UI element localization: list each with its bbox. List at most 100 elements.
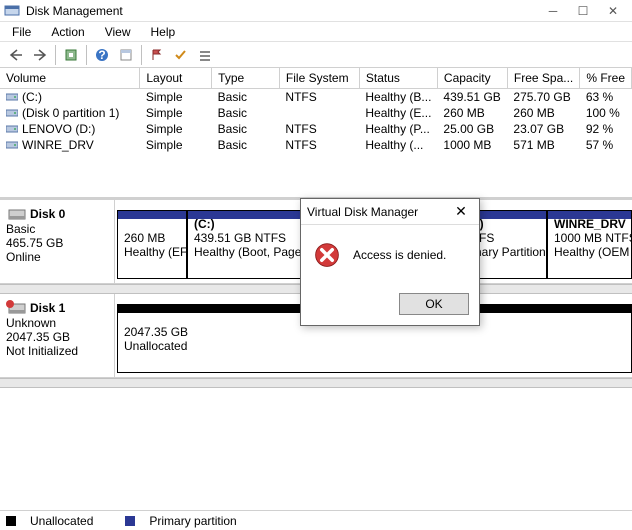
volume-table-header-row: Volume Layout Type File System Status Ca…: [0, 68, 632, 89]
cell-pct: 92 %: [580, 121, 632, 137]
cell-fs: NTFS: [279, 137, 359, 153]
legend-primary: Primary partition: [125, 514, 250, 528]
cell-fs: [279, 105, 359, 121]
col-type[interactable]: Type: [212, 68, 280, 89]
disk-size: 2047.35 GB: [6, 330, 108, 344]
volume-name: (Disk 0 partition 1): [22, 106, 119, 120]
cell-status: Healthy (...: [359, 137, 437, 153]
arrow-left-icon: [9, 49, 23, 61]
volume-name: LENOVO (D:): [22, 122, 95, 136]
disk-title: Disk 1: [30, 301, 65, 315]
dialog-ok-button[interactable]: OK: [399, 293, 469, 315]
col-volume[interactable]: Volume: [0, 68, 140, 89]
properties-button[interactable]: [114, 44, 138, 66]
help-icon: ?: [95, 48, 109, 62]
disk-header[interactable]: Disk 0 Basic 465.75 GB Online: [0, 200, 115, 283]
cell-free: 275.70 GB: [507, 89, 579, 106]
partition-status: Healthy (EFI S: [124, 245, 180, 259]
back-button[interactable]: [4, 44, 28, 66]
volume-name: (C:): [22, 90, 42, 104]
cell-free: 571 MB: [507, 137, 579, 153]
minimize-button[interactable]: ─: [538, 4, 568, 18]
drive-icon: [6, 91, 18, 103]
window-title: Disk Management: [26, 4, 538, 18]
cell-capacity: 439.51 GB: [437, 89, 507, 106]
cell-type: Basic: [212, 121, 280, 137]
app-icon: [4, 3, 20, 19]
cell-type: Basic: [212, 89, 280, 106]
error-dialog: Virtual Disk Manager ✕ Access is denied.…: [300, 198, 480, 326]
col-capacity[interactable]: Capacity: [437, 68, 507, 89]
svg-text:?: ?: [98, 48, 105, 62]
menu-file[interactable]: File: [2, 23, 41, 41]
cell-capacity: 25.00 GB: [437, 121, 507, 137]
cell-pct: 57 %: [580, 137, 632, 153]
cell-type: Basic: [212, 137, 280, 153]
cell-layout: Simple: [140, 121, 212, 137]
list-icon: [198, 48, 212, 62]
disk-size: 465.75 GB: [6, 236, 108, 250]
disk-icon: [6, 300, 26, 316]
cell-free: 260 MB: [507, 105, 579, 121]
toolbar: ?: [0, 42, 632, 68]
col-fs[interactable]: File System: [279, 68, 359, 89]
disk-state: Online: [6, 250, 108, 264]
menu-bar: File Action View Help: [0, 22, 632, 42]
cell-layout: Simple: [140, 137, 212, 153]
dialog-title: Virtual Disk Manager: [307, 205, 449, 219]
cell-free: 23.07 GB: [507, 121, 579, 137]
volume-name: WINRE_DRV: [22, 138, 94, 152]
forward-button[interactable]: [28, 44, 52, 66]
disk-icon: [6, 206, 26, 222]
cell-status: Healthy (P...: [359, 121, 437, 137]
cell-status: Healthy (B...: [359, 89, 437, 106]
partition[interactable]: WINRE_DRV 1000 MB NTFS Healthy (OEM Par: [547, 210, 632, 279]
refresh-button[interactable]: [59, 44, 83, 66]
col-status[interactable]: Status: [359, 68, 437, 89]
cell-pct: 100 %: [580, 105, 632, 121]
arrow-right-icon: [33, 49, 47, 61]
action-button-3[interactable]: [193, 44, 217, 66]
properties-icon: [119, 48, 133, 62]
partition-size: 1000 MB NTFS: [554, 231, 625, 245]
action-button-1[interactable]: [145, 44, 169, 66]
cell-layout: Simple: [140, 105, 212, 121]
col-layout[interactable]: Layout: [140, 68, 212, 89]
drive-icon: [6, 139, 18, 151]
cell-fs: NTFS: [279, 121, 359, 137]
col-pct[interactable]: % Free: [580, 68, 632, 89]
partition[interactable]: 260 MB Healthy (EFI S: [117, 210, 187, 279]
check-icon: [174, 48, 188, 62]
table-row[interactable]: LENOVO (D:) Simple Basic NTFS Healthy (P…: [0, 121, 632, 137]
refresh-icon: [64, 48, 78, 62]
menu-action[interactable]: Action: [41, 23, 94, 41]
volume-list-panel: Volume Layout Type File System Status Ca…: [0, 68, 632, 200]
cell-layout: Simple: [140, 89, 212, 106]
col-free[interactable]: Free Spa...: [507, 68, 579, 89]
partition-status: Unallocated: [124, 339, 625, 353]
cell-fs: NTFS: [279, 89, 359, 106]
menu-view[interactable]: View: [95, 23, 141, 41]
cell-capacity: 1000 MB: [437, 137, 507, 153]
table-row[interactable]: (C:) Simple Basic NTFS Healthy (B... 439…: [0, 89, 632, 106]
close-button[interactable]: ✕: [598, 4, 628, 18]
help-button[interactable]: ?: [90, 44, 114, 66]
action-button-2[interactable]: [169, 44, 193, 66]
title-bar: Disk Management ─ ☐ ✕: [0, 0, 632, 22]
table-row[interactable]: WINRE_DRV Simple Basic NTFS Healthy (...…: [0, 137, 632, 153]
cell-status: Healthy (E...: [359, 105, 437, 121]
legend: Unallocated Primary partition: [0, 510, 632, 530]
menu-help[interactable]: Help: [141, 23, 186, 41]
partition-title: WINRE_DRV: [554, 217, 625, 231]
cell-capacity: 260 MB: [437, 105, 507, 121]
disk-header[interactable]: Disk 1 Unknown 2047.35 GB Not Initialize…: [0, 294, 115, 377]
table-row[interactable]: (Disk 0 partition 1) Simple Basic Health…: [0, 105, 632, 121]
disk-type: Unknown: [6, 316, 108, 330]
maximize-button[interactable]: ☐: [568, 4, 598, 18]
disk-title: Disk 0: [30, 207, 65, 221]
partition-size: 260 MB: [124, 231, 180, 245]
dialog-close-button[interactable]: ✕: [449, 203, 473, 220]
partition-title: [124, 217, 180, 231]
error-icon: [313, 241, 341, 269]
partition-status: Healthy (OEM Par: [554, 245, 625, 259]
